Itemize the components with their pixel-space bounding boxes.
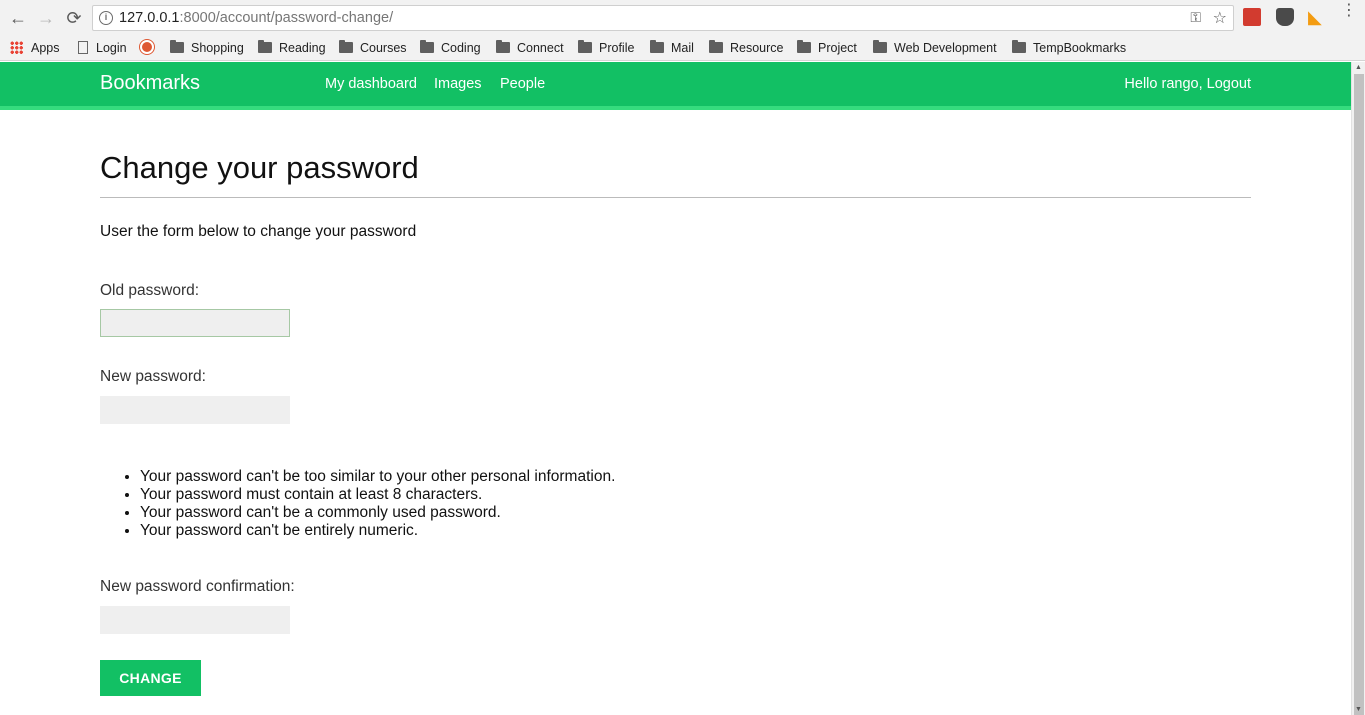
site-header: Bookmarks My dashboard Images People Hel… [0,62,1351,110]
folder-icon [578,40,592,53]
back-icon[interactable]: ← [6,6,30,30]
bookmarks-bar: Apps Login Shopping Reading Courses Codi… [0,36,1365,61]
site-logo[interactable]: Bookmarks [100,72,200,95]
bookmark-label: Shopping [191,41,244,55]
confirm-password-label: New password confirmation: [100,578,295,595]
old-password-label: Old password: [100,282,200,299]
bookmark-label: Reading [279,41,326,55]
bookmark-coding[interactable]: Coding [420,38,481,58]
bookmark-label: Profile [599,41,635,55]
bookmark-resource[interactable]: Resource [709,38,784,58]
forward-icon[interactable]: → [34,6,58,30]
folder-icon [496,40,510,53]
title-divider [100,197,1251,198]
bookmark-profile[interactable]: Profile [578,38,634,58]
help-item: Your password can't be too similar to yo… [140,468,615,486]
menu-icon[interactable]: ⋮ [1341,3,1357,26]
bookmark-web-development[interactable]: Web Development [873,38,997,58]
bookmark-label: Project [818,41,857,55]
key-icon[interactable]: ⚿ [1190,9,1201,26]
intro-text: User the form below to change your passw… [100,223,417,240]
folder-icon [873,40,887,53]
bookmark-label: TempBookmarks [1033,41,1127,55]
help-item: Your password can't be entirely numeric. [140,522,615,540]
bookmark-connect[interactable]: Connect [496,38,564,58]
nav-my-dashboard[interactable]: My dashboard [325,76,417,92]
help-item: Your password must contain at least 8 ch… [140,486,615,504]
url-host: 127.0.0.1 [119,10,180,26]
page-title: Change your password [100,150,419,185]
folder-icon [258,40,272,53]
new-password-input[interactable] [100,396,290,424]
bookmark-label: Apps [31,41,60,55]
book-extension-icon[interactable] [1243,8,1261,26]
pocket-extension-icon[interactable] [1276,8,1294,26]
bookmark-mail[interactable]: Mail [650,38,694,58]
bookmark-project[interactable]: Project [797,38,857,58]
page-scrollbar[interactable]: ▲ ▼ [1351,62,1365,715]
bookmark-courses[interactable]: Courses [339,38,407,58]
browser-toolbar: ← → ⟳ i 127.0.0.1:8000/account/password-… [0,0,1365,36]
reload-icon[interactable]: ⟳ [62,6,86,30]
scroll-down-icon[interactable]: ▼ [1355,706,1362,713]
star-icon[interactable]: ☆ [1213,8,1227,28]
bookmark-duckduckgo[interactable] [140,38,162,58]
bookmark-label: Resource [730,41,784,55]
help-item: Your password can't be a commonly used p… [140,504,615,522]
bookmark-apps[interactable]: Apps [10,38,60,58]
bookmark-reading[interactable]: Reading [258,38,326,58]
bookmark-label: Connect [517,41,564,55]
apps-grid-icon [10,41,23,54]
new-password-label: New password: [100,368,206,385]
page-icon [78,41,88,54]
folder-icon [1012,40,1026,53]
confirm-password-input[interactable] [100,606,290,634]
scroll-up-icon[interactable]: ▲ [1355,64,1362,71]
bookmark-tempbookmarks[interactable]: TempBookmarks [1012,38,1126,58]
user-logout-link[interactable]: Hello rango, Logout [1124,76,1251,92]
info-icon[interactable]: i [99,11,113,25]
bookmark-login[interactable]: Login [78,38,127,58]
folder-icon [709,40,723,53]
folder-icon [650,40,664,53]
nav-images[interactable]: Images [434,76,482,92]
bookmark-label: Coding [441,41,481,55]
folder-icon [339,40,353,53]
nav-people[interactable]: People [500,76,545,92]
scroll-thumb[interactable] [1354,74,1364,715]
url-path: :8000/account/password-change/ [179,10,394,26]
url-text[interactable]: 127.0.0.1:8000/account/password-change/ [119,10,393,26]
bookmark-label: Web Development [894,41,997,55]
rss-extension-icon[interactable]: ◣ [1308,8,1326,26]
bookmark-label: Courses [360,41,407,55]
folder-icon [170,40,184,53]
folder-icon [420,40,434,53]
folder-icon [797,40,811,53]
bookmark-label: Mail [671,41,694,55]
duckduckgo-icon [140,40,154,54]
bookmark-shopping[interactable]: Shopping [170,38,244,58]
address-bar[interactable]: i 127.0.0.1:8000/account/password-change… [92,5,1234,31]
change-button[interactable]: CHANGE [100,660,201,696]
old-password-input[interactable] [100,309,290,337]
bookmark-label: Login [96,41,127,55]
password-help-list: Your password can't be too similar to yo… [140,468,615,540]
